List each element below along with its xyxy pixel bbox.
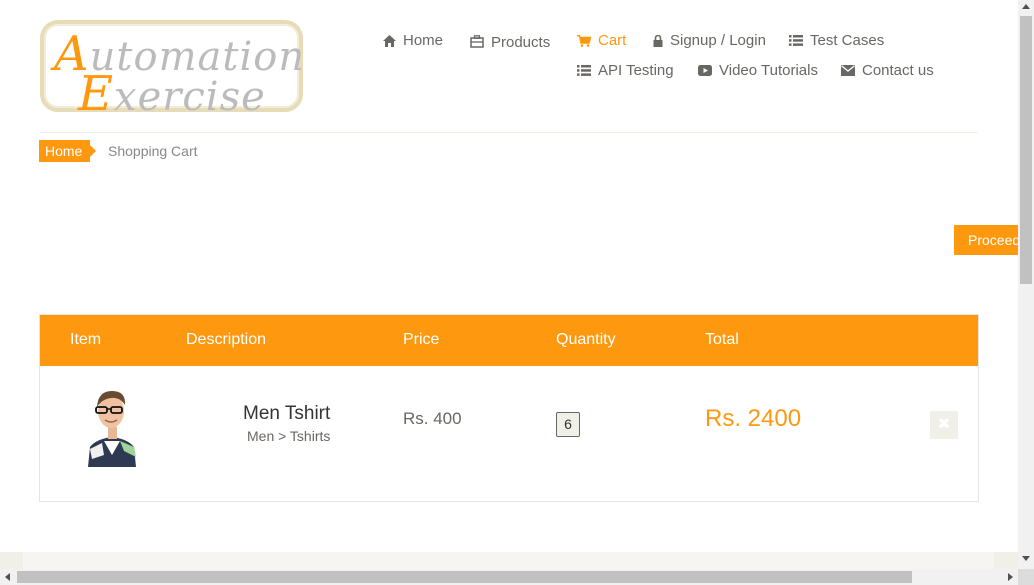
scroll-left-icon[interactable] xyxy=(5,573,10,581)
nav-test-cases[interactable]: Test Cases xyxy=(789,32,884,49)
product-name[interactable]: Men Tshirt xyxy=(243,403,330,425)
nav-video-tutorials[interactable]: Video Tutorials xyxy=(698,62,818,79)
logo-line-2: Exercise xyxy=(78,66,266,122)
page-viewport: Automation Exercise Home Products Cart S… xyxy=(0,0,1018,569)
header-description: Description xyxy=(186,331,267,348)
product-category: Men > Tshirts xyxy=(247,428,331,444)
product-total: Rs. 2400 xyxy=(705,405,802,432)
header-quantity: Quantity xyxy=(556,331,616,348)
product-quantity: 6 xyxy=(556,412,580,437)
close-icon: ✖ xyxy=(937,416,951,433)
breadcrumb-current: Shopping Cart xyxy=(108,143,198,159)
envelope-icon xyxy=(841,64,855,78)
header-item: Item xyxy=(70,331,102,348)
breadcrumb-home[interactable]: Home xyxy=(39,140,97,162)
nav-cart[interactable]: Cart xyxy=(577,32,626,49)
nav-contact-us[interactable]: Contact us xyxy=(841,62,934,79)
list-icon xyxy=(789,34,803,48)
nav-api-testing[interactable]: API Testing xyxy=(577,62,674,79)
cart-icon xyxy=(577,34,591,48)
product-image[interactable] xyxy=(80,385,144,467)
horizontal-scrollbar[interactable] xyxy=(0,569,1018,585)
nav-products[interactable]: Products xyxy=(470,32,550,51)
cart-table-header: Item Description Price Quantity Total xyxy=(40,315,978,366)
list-icon xyxy=(577,64,591,78)
scroll-right-icon[interactable] xyxy=(1008,573,1013,581)
vertical-scrollbar[interactable] xyxy=(1018,0,1034,569)
product-price: Rs. 400 xyxy=(403,409,462,428)
footer-band xyxy=(0,552,1018,569)
scroll-down-icon[interactable] xyxy=(1022,556,1030,561)
cart-table: Item Description Price Quantity Total Me… xyxy=(39,314,979,502)
proceed-to-checkout-button[interactable]: Proceed To Checkout xyxy=(954,225,1018,255)
header-total: Total xyxy=(705,331,739,348)
vertical-scroll-thumb[interactable] xyxy=(1020,16,1032,284)
home-icon xyxy=(382,34,396,48)
delete-item-button[interactable]: ✖ xyxy=(930,411,958,439)
scroll-up-icon[interactable] xyxy=(1022,4,1030,9)
horizontal-scroll-thumb[interactable] xyxy=(17,571,912,583)
youtube-play-icon xyxy=(698,64,712,78)
scrollbar-corner xyxy=(1018,569,1034,585)
header-divider xyxy=(40,132,978,133)
lock-icon xyxy=(653,34,663,48)
header-price: Price xyxy=(403,331,440,348)
products-icon xyxy=(470,35,484,49)
nav-home[interactable]: Home xyxy=(382,32,443,49)
nav-signup-login[interactable]: Signup / Login xyxy=(653,32,766,49)
site-logo[interactable]: Automation Exercise xyxy=(40,20,304,118)
